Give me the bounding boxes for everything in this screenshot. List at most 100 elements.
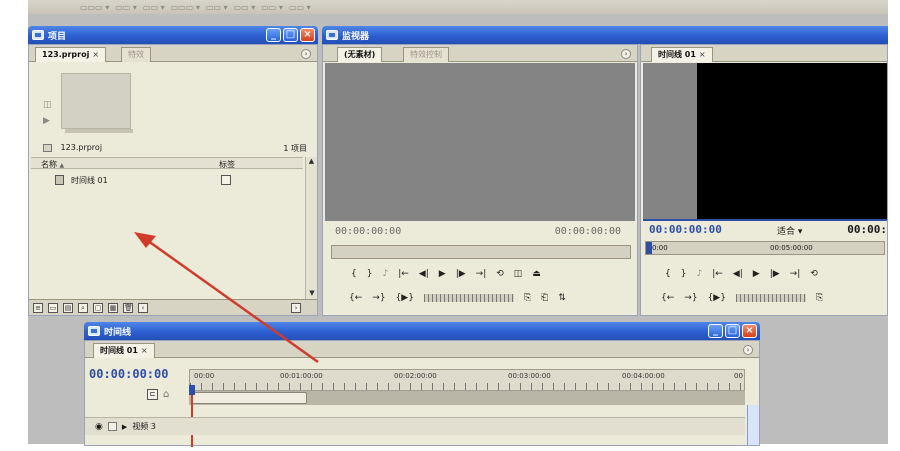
insert-icon[interactable]: ⎘ <box>524 293 531 303</box>
project-panel-title: 项目 <box>48 31 67 42</box>
close-button[interactable]: × <box>300 28 315 42</box>
play-icon[interactable]: ▶ <box>753 269 760 279</box>
fit-dropdown[interactable]: 适合 ▾ <box>777 224 802 237</box>
tab-source[interactable]: (无素材) <box>337 47 383 62</box>
shuttle-left-icon[interactable]: {← <box>661 293 674 303</box>
source-timecode-row: 00:00:00:00 00:00:00:00 <box>325 223 635 241</box>
minimize-button[interactable]: _ <box>708 324 723 338</box>
marker-icon[interactable]: ♪ <box>382 269 388 279</box>
timeline-panel-titlebar[interactable]: 时间线 _ □ × <box>84 322 760 340</box>
track-row: ◉ ▶ 视频 3 <box>85 417 189 435</box>
tab-project-file[interactable]: 123.prproj × <box>35 47 107 62</box>
maximize-button[interactable]: □ <box>725 324 740 338</box>
premiere-workspace: { "project_panel": { "title": "项目", "tab… <box>0 0 900 451</box>
play-preview-icon[interactable]: ▶ <box>43 113 52 129</box>
program-current-timecode[interactable]: 00:00:00:00 <box>649 223 722 236</box>
eye-icon[interactable]: ◉ <box>95 422 103 432</box>
preview-buttons: ◫ ▶ <box>43 97 52 129</box>
go-to-in-icon[interactable]: |← <box>398 269 409 279</box>
loop-icon[interactable]: ⟲ <box>810 269 818 279</box>
find-icon[interactable]: ⌕ <box>78 302 88 313</box>
scroll-right-icon[interactable]: › <box>291 302 301 313</box>
safe-margins-icon[interactable]: ◫ <box>514 269 523 279</box>
lock-icon[interactable] <box>107 422 117 431</box>
scroll-down-icon[interactable]: ▼ <box>306 289 318 299</box>
go-to-out-icon[interactable]: →| <box>476 269 487 279</box>
col-name-header[interactable]: 名称 ▲ <box>41 159 64 170</box>
panel-menu-icon[interactable]: › <box>743 345 753 355</box>
mark-out-icon[interactable]: } <box>681 269 687 279</box>
source-scrub-bar[interactable] <box>331 245 631 259</box>
source-tabstrip: (无素材) 特效控制 › <box>323 45 637 62</box>
marker-set-icon[interactable]: ⌂ <box>163 389 169 400</box>
list-view-icon[interactable]: ≡ <box>33 302 43 313</box>
mark-out-icon[interactable]: } <box>367 269 373 279</box>
camera-icon[interactable]: ◫ <box>43 97 52 113</box>
mark-in-icon[interactable]: { <box>665 269 671 279</box>
playhead-icon[interactable] <box>189 385 195 395</box>
shuttle-right-icon[interactable]: →} <box>372 293 385 303</box>
snap-icon[interactable]: ⊏ <box>147 389 158 400</box>
go-to-in-icon[interactable]: |← <box>712 269 723 279</box>
step-forward-icon[interactable]: |▶ <box>456 269 466 279</box>
step-back-icon[interactable]: ◀| <box>733 269 743 279</box>
playhead-marker-icon[interactable] <box>646 242 652 254</box>
trim-icon[interactable]: ⇅ <box>558 293 566 303</box>
tab-effects[interactable]: 特效 <box>121 47 151 62</box>
go-to-out-icon[interactable]: →| <box>790 269 801 279</box>
tab-timeline-sequence[interactable]: 时间线 01 × <box>93 343 155 358</box>
close-button[interactable]: × <box>742 324 757 338</box>
step-back-icon[interactable]: ◀| <box>419 269 429 279</box>
program-monitor: 时间线 01 × 00:00:00:00 适合 ▾ 00:00: 0:00 00:… <box>640 44 888 316</box>
maximize-button[interactable]: □ <box>283 28 298 42</box>
timeline-ruler[interactable]: 00:00 00:01:00:00 00:02:00:00 00:03:00:0… <box>189 369 745 391</box>
new-bin-icon[interactable]: ▢ <box>93 302 103 313</box>
new-item-icon[interactable]: ▦ <box>108 302 118 313</box>
jog-wheel[interactable] <box>735 294 806 302</box>
list-item[interactable]: 时间线 01 <box>31 173 303 187</box>
mark-in-icon[interactable]: { <box>351 269 357 279</box>
source-current-timecode[interactable]: 00:00:00:00 <box>335 226 401 237</box>
panel-menu-icon[interactable]: › <box>621 49 631 59</box>
tab-close-icon[interactable]: × <box>699 50 706 59</box>
scroll-up-icon[interactable]: ▲ <box>306 157 317 167</box>
step-forward-icon[interactable]: |▶ <box>770 269 780 279</box>
work-area-handle[interactable] <box>191 392 307 404</box>
tab-program-sequence[interactable]: 时间线 01 × <box>651 47 713 62</box>
ruler-label: 00:01:00:00 <box>280 372 323 380</box>
play-in-out-icon[interactable]: {▶} <box>708 293 726 303</box>
project-scrollbar[interactable]: ▲ ▼ <box>305 157 317 299</box>
project-panel-titlebar[interactable]: 项目 _ □ × <box>28 26 318 44</box>
play-icon[interactable]: ▶ <box>439 269 446 279</box>
output-icon[interactable]: ⏏ <box>532 269 541 279</box>
panel-menu-icon[interactable]: › <box>301 49 311 59</box>
scroll-left-icon[interactable]: ‹ <box>138 302 148 313</box>
tab-effect-controls[interactable]: 特效控制 <box>403 47 449 62</box>
project-tabstrip: 123.prproj × 特效 › <box>29 45 317 62</box>
program-mini-ruler[interactable]: 0:00 00:05:00:00 <box>645 241 885 255</box>
tab-close-icon[interactable]: × <box>141 346 148 355</box>
overlay-icon[interactable]: ⎗ <box>541 293 548 303</box>
timeline-current-time[interactable]: 00:00:00:00 <box>89 367 168 381</box>
col-label-header[interactable]: 标签 <box>219 159 235 170</box>
source-duration-timecode: 00:00:00:00 <box>554 226 621 237</box>
shuttle-left-icon[interactable]: {← <box>349 293 362 303</box>
minimize-button[interactable]: _ <box>266 28 281 42</box>
tab-close-icon[interactable]: × <box>92 50 99 59</box>
shuttle-right-icon[interactable]: →} <box>684 293 697 303</box>
icon-view-icon[interactable]: ▭ <box>48 302 58 313</box>
label-color-icon[interactable] <box>221 175 231 185</box>
timeline-scrollbar[interactable] <box>747 405 759 445</box>
monitor-panel-titlebar[interactable]: 监视器 <box>322 26 888 44</box>
expand-track-icon[interactable]: ▶ <box>122 423 127 431</box>
automate-icon[interactable]: ▤ <box>63 302 73 313</box>
play-in-out-icon[interactable]: {▶} <box>396 293 414 303</box>
delete-icon[interactable]: 🗑 <box>123 302 133 313</box>
jog-wheel[interactable] <box>423 294 514 302</box>
track-content[interactable] <box>189 417 745 435</box>
loop-icon[interactable]: ⟲ <box>496 269 504 279</box>
marker-icon[interactable]: ♪ <box>696 269 702 279</box>
tab-project-file-label: 123.prproj <box>42 50 90 59</box>
sequence-icon <box>55 175 64 185</box>
insert-icon[interactable]: ⎘ <box>816 293 823 303</box>
